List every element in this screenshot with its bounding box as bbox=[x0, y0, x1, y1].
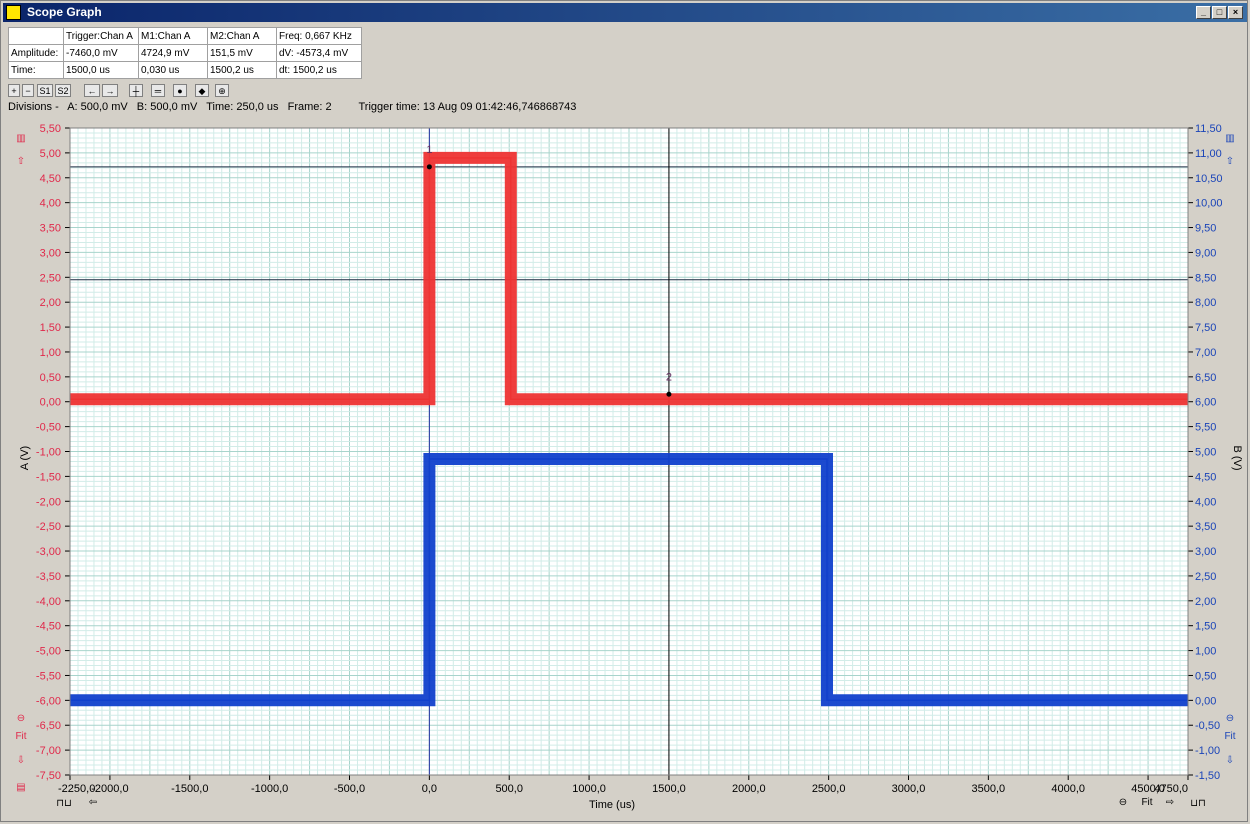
y-tick-left-label: -3,50 bbox=[36, 571, 61, 583]
y-tick-left-label: 3,00 bbox=[40, 247, 61, 259]
arrow-down-right-icon[interactable]: ⇩ bbox=[1223, 755, 1237, 767]
y-tick-right-label: -1,00 bbox=[1195, 745, 1220, 757]
y-tick-right-label: 11,50 bbox=[1195, 123, 1222, 135]
x-tick-label: 4750,0 bbox=[1154, 783, 1188, 795]
y-tick-right-label: 7,00 bbox=[1195, 347, 1216, 359]
arrow-right-time-icon[interactable]: ⇨ bbox=[1163, 797, 1177, 809]
scale-down-left-icon[interactable]: ▤ bbox=[12, 782, 30, 794]
y-tick-left-label: -7,50 bbox=[36, 770, 61, 782]
x-tick-label: -500,0 bbox=[334, 783, 365, 795]
y-tick-right-label: 3,50 bbox=[1195, 521, 1216, 533]
y-tick-right-label: 6,00 bbox=[1195, 397, 1216, 409]
y-tick-right-label: 9,00 bbox=[1195, 247, 1216, 259]
y-tick-left-label: -5,50 bbox=[36, 670, 61, 682]
y-tick-right-label: 2,00 bbox=[1195, 596, 1216, 608]
y-tick-left-label: 3,50 bbox=[40, 223, 61, 235]
fit-time-button[interactable]: Fit bbox=[1138, 797, 1156, 809]
marker-label: 1 bbox=[426, 144, 432, 156]
x-tick-label: 1500,0 bbox=[652, 783, 686, 795]
y-tick-right-label: 8,00 bbox=[1195, 297, 1216, 309]
y-tick-left-label: -2,00 bbox=[36, 496, 61, 508]
fit-right-button[interactable]: Fit bbox=[1221, 731, 1239, 743]
marker-label: 2 bbox=[666, 371, 672, 383]
y-tick-right-label: -1,50 bbox=[1195, 770, 1220, 782]
y-tick-right-label: 4,00 bbox=[1195, 496, 1216, 508]
x-axis-label: Time (us) bbox=[589, 799, 635, 811]
scope-chart[interactable]: 1 2 5,50 5,00 4,50 4,00 3,50 3,00 2,50 2,00 1,50 1… bbox=[0, 0, 1250, 824]
y-tick-left-label: 4,00 bbox=[40, 198, 61, 210]
y-tick-left-label: 4,50 bbox=[40, 173, 61, 185]
y-tick-right-label: 3,00 bbox=[1195, 546, 1216, 558]
arrow-up-right-icon[interactable]: ⇧ bbox=[1223, 156, 1237, 168]
marker-point bbox=[666, 391, 672, 397]
y-tick-right-label: 10,50 bbox=[1195, 173, 1223, 185]
y-tick-right-label: 9,50 bbox=[1195, 223, 1216, 235]
scale-up-right-icon[interactable]: ▥ bbox=[1223, 133, 1237, 145]
y-tick-left-label: -6,50 bbox=[36, 720, 61, 732]
y-tick-left-label: -6,00 bbox=[36, 695, 61, 707]
x-tick-label: 2000,0 bbox=[732, 783, 766, 795]
y-tick-right-label: 0,50 bbox=[1195, 670, 1216, 682]
center-left-icon[interactable]: ⊖ bbox=[14, 713, 28, 725]
y-tick-left-label: -1,50 bbox=[36, 471, 61, 483]
y-tick-left-label: 0,50 bbox=[40, 372, 61, 384]
scale-up-left-icon[interactable]: ▥ bbox=[14, 133, 28, 145]
y-axis-right-label: B (V) bbox=[1231, 445, 1243, 470]
y-tick-right-label: 5,00 bbox=[1195, 447, 1216, 459]
time-scale-right-icon[interactable]: ⊔⊓ bbox=[1190, 798, 1206, 810]
y-tick-left-label: -4,50 bbox=[36, 621, 61, 633]
arrow-down-left-icon[interactable]: ⇩ bbox=[14, 755, 28, 767]
y-tick-left-label: -4,00 bbox=[36, 596, 61, 608]
y-tick-right-label: -0,50 bbox=[1195, 720, 1220, 732]
y-tick-right-label: 10,00 bbox=[1195, 198, 1223, 210]
y-tick-right-label: 7,50 bbox=[1195, 322, 1216, 334]
y-tick-left-label: 5,00 bbox=[40, 148, 61, 160]
y-tick-right-label: 2,50 bbox=[1195, 571, 1216, 583]
y-axis-left-label: A (V) bbox=[19, 446, 31, 470]
x-tick-label: 0,0 bbox=[422, 783, 437, 795]
x-tick-label: -1000,0 bbox=[251, 783, 288, 795]
arrow-left-time-icon[interactable]: ⇦ bbox=[86, 797, 100, 809]
time-scale-icon[interactable]: ⊓⊔ bbox=[56, 798, 72, 810]
y-tick-left-label: -3,00 bbox=[36, 546, 61, 558]
arrow-up-left-icon[interactable]: ⇧ bbox=[14, 156, 28, 168]
y-tick-right-label: 1,00 bbox=[1195, 646, 1216, 658]
fit-left-button[interactable]: Fit bbox=[12, 731, 30, 743]
y-tick-right-label: 4,50 bbox=[1195, 471, 1216, 483]
y-tick-right-label: 6,50 bbox=[1195, 372, 1216, 384]
y-tick-right-label: 5,50 bbox=[1195, 422, 1216, 434]
y-tick-left-label: -2,50 bbox=[36, 521, 61, 533]
y-tick-left-label: 1,00 bbox=[40, 347, 61, 359]
y-tick-right-label: 1,50 bbox=[1195, 621, 1216, 633]
x-tick-label: 3000,0 bbox=[892, 783, 926, 795]
marker-point bbox=[426, 164, 432, 170]
x-tick-label: -2000,0 bbox=[91, 783, 128, 795]
x-tick-label: 1000,0 bbox=[572, 783, 606, 795]
x-tick-label: -2250,0 bbox=[58, 783, 95, 795]
x-tick-label: 2500,0 bbox=[812, 783, 846, 795]
x-tick-label: -1500,0 bbox=[171, 783, 208, 795]
y-tick-left-label: 5,50 bbox=[40, 123, 61, 135]
center-time-icon[interactable]: ⊖ bbox=[1116, 797, 1130, 809]
x-tick-label: 500,0 bbox=[495, 783, 523, 795]
x-tick-label: 3500,0 bbox=[972, 783, 1006, 795]
y-tick-left-label: -1,00 bbox=[36, 447, 61, 459]
y-tick-left-label: 2,50 bbox=[40, 272, 61, 284]
y-tick-left-label: 1,50 bbox=[40, 322, 61, 334]
center-right-icon[interactable]: ⊖ bbox=[1223, 713, 1237, 725]
x-tick-label: 4000,0 bbox=[1051, 783, 1085, 795]
grid bbox=[69, 127, 1189, 776]
y-tick-right-label: 0,00 bbox=[1195, 695, 1216, 707]
y-tick-left-label: 2,00 bbox=[40, 297, 61, 309]
y-tick-left-label: -5,00 bbox=[36, 646, 61, 658]
y-tick-right-label: 11,00 bbox=[1195, 148, 1222, 160]
y-tick-left-label: -0,50 bbox=[36, 422, 61, 434]
y-tick-right-label: 8,50 bbox=[1195, 272, 1216, 284]
y-tick-left-label: 0,00 bbox=[40, 397, 61, 409]
y-tick-left-label: -7,00 bbox=[36, 745, 61, 757]
